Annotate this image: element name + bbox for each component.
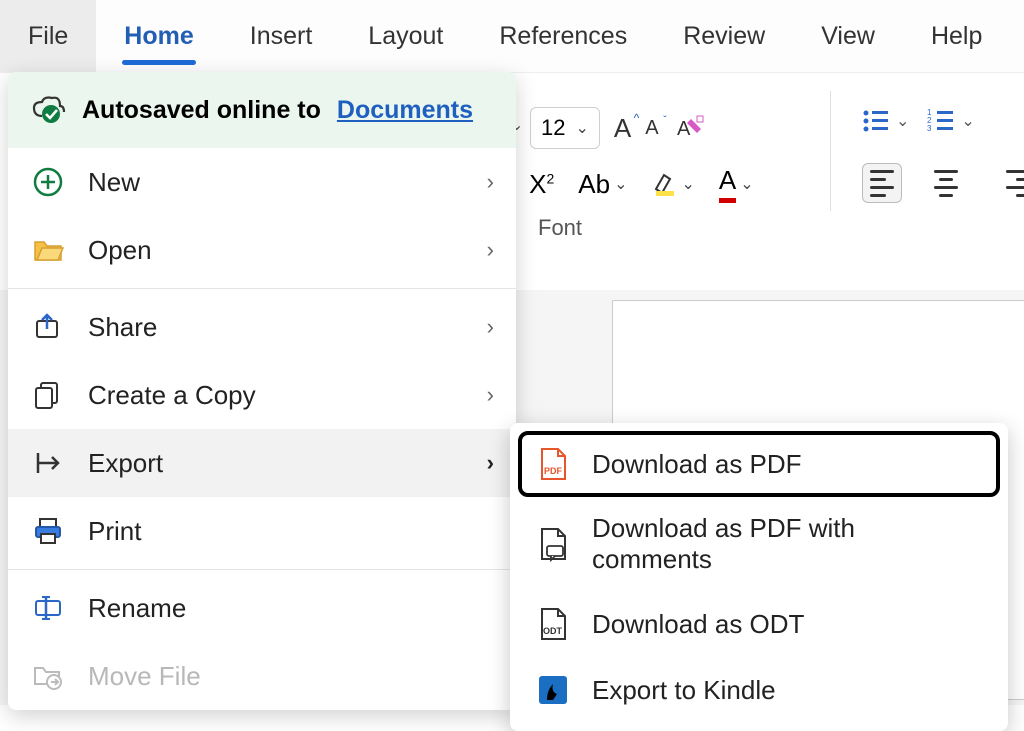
chevron-right-icon: › — [487, 450, 494, 476]
plus-circle-icon — [30, 164, 66, 200]
align-left-button[interactable] — [862, 163, 902, 203]
file-export-item[interactable]: Export › — [8, 429, 516, 497]
font-size-select[interactable]: 12 ⌄ — [530, 107, 600, 149]
printer-icon — [30, 513, 66, 549]
export-icon — [30, 445, 66, 481]
kindle-icon — [536, 673, 570, 707]
align-right-button[interactable] — [990, 163, 1024, 203]
svg-text:ODT: ODT — [543, 626, 563, 636]
file-menu-dropdown: Autosaved online to Documents New › Open… — [8, 72, 516, 710]
folder-icon — [30, 232, 66, 268]
export-kindle-item[interactable]: Export to Kindle — [518, 657, 1000, 723]
separator — [8, 288, 516, 289]
menu-file[interactable]: File — [0, 0, 96, 72]
superscript-button[interactable]: X2 — [529, 169, 554, 200]
file-new-item[interactable]: New › — [8, 148, 516, 216]
odt-file-icon: ODT — [536, 607, 570, 641]
autosave-text: Autosaved online to — [82, 96, 321, 125]
svg-text:PDF: PDF — [544, 466, 563, 476]
menu-references[interactable]: References — [471, 0, 655, 72]
menu-help[interactable]: Help — [903, 0, 1010, 72]
increase-font-button[interactable]: A^ — [614, 113, 631, 144]
separator — [8, 569, 516, 570]
numbering-button[interactable]: 123 ⌄ — [927, 107, 974, 135]
autosave-status: Autosaved online to Documents — [8, 72, 516, 148]
menu-home[interactable]: Home — [96, 0, 221, 72]
copy-icon — [30, 377, 66, 413]
rename-icon — [30, 590, 66, 626]
file-open-item[interactable]: Open › — [8, 216, 516, 284]
chevron-right-icon: › — [487, 169, 494, 195]
chevron-right-icon: › — [487, 382, 494, 408]
svg-text:3: 3 — [927, 124, 932, 133]
chevron-right-icon: › — [487, 237, 494, 263]
align-center-button[interactable] — [926, 163, 966, 203]
pdf-comments-icon — [536, 527, 570, 561]
file-print-item[interactable]: Print — [8, 497, 516, 565]
menu-view[interactable]: View — [793, 0, 903, 72]
file-create-copy-item[interactable]: Create a Copy › — [8, 361, 516, 429]
menubar: File Home Insert Layout References Revie… — [0, 0, 1024, 72]
highlight-button[interactable]: ⌄ — [652, 171, 695, 197]
font-color-button[interactable]: A ⌄ — [719, 165, 754, 203]
ribbon-group-label: Font — [538, 215, 582, 241]
file-rename-item[interactable]: Rename — [8, 574, 516, 642]
file-share-item[interactable]: Share › — [8, 293, 516, 361]
clear-formatting-button[interactable]: A — [673, 111, 707, 145]
folder-move-icon — [30, 658, 66, 694]
menu-insert[interactable]: Insert — [222, 0, 341, 72]
pdf-file-icon: PDF — [536, 447, 570, 481]
cloud-check-icon — [30, 92, 66, 128]
file-move-item: Move File — [8, 642, 516, 710]
export-pdf-item[interactable]: PDF Download as PDF — [518, 431, 1000, 497]
menu-review[interactable]: Review — [655, 0, 793, 72]
decrease-font-button[interactable]: Aˇ — [645, 117, 658, 140]
separator — [830, 91, 831, 211]
export-submenu: PDF Download as PDF Download as PDF with… — [510, 423, 1008, 731]
chevron-down-icon: ⌄ — [575, 118, 588, 138]
menu-layout[interactable]: Layout — [340, 0, 471, 72]
share-icon — [30, 309, 66, 345]
bullets-button[interactable]: ⌄ — [862, 107, 909, 135]
export-pdf-comments-item[interactable]: Download as PDF with comments — [518, 497, 1000, 591]
autosave-location-link[interactable]: Documents — [337, 96, 473, 125]
change-case-button[interactable]: Ab ⌄ — [578, 169, 627, 200]
export-odt-item[interactable]: ODT Download as ODT — [518, 591, 1000, 657]
chevron-right-icon: › — [487, 314, 494, 340]
